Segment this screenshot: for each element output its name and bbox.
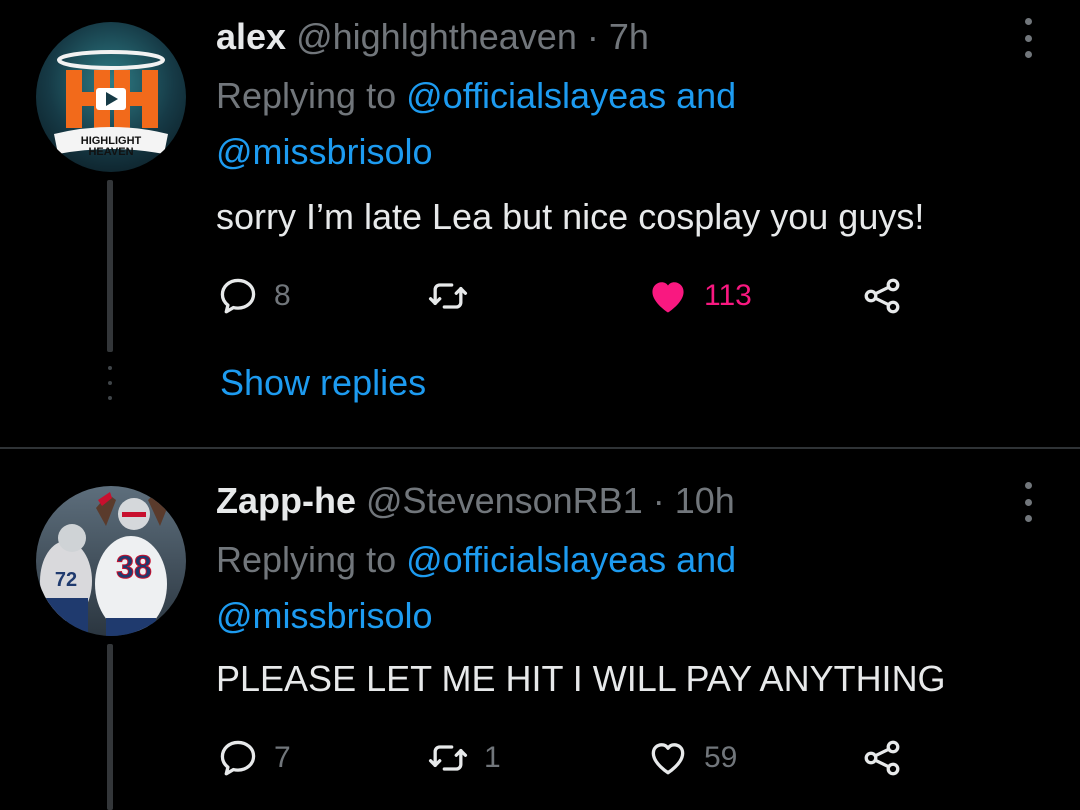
jersey-number-2: 72 [55,569,77,591]
tweet-text: PLEASE LET ME HIT I WILL PAY ANYTHING [216,658,946,699]
tweet-text: sorry I’m late Lea but nice cosplay you … [216,196,925,237]
share-button[interactable] [860,272,904,320]
avatar[interactable]: HIGHLIGHT HEAVEN [36,22,186,172]
tweet-header: alex @highlghtheaven · 7h [216,16,649,58]
separator: · [586,16,599,57]
share-icon [864,740,900,776]
avatar[interactable]: 38 72 [36,486,186,636]
avatar-label-line2: HEAVEN [88,146,133,158]
thread-dots [104,366,116,400]
mention-link[interactable]: @officialslayeas [406,539,666,580]
jersey-number: 38 [116,549,152,585]
highlight-heaven-logo: HIGHLIGHT HEAVEN [36,22,186,172]
like-button[interactable]: 113 [646,272,752,320]
mention-link[interactable]: @missbrisolo [216,595,433,636]
mention-link[interactable]: @officialslayeas [406,75,666,116]
display-name[interactable]: Zapp-he [216,480,356,521]
thread-line [107,644,113,810]
more-icon[interactable] [1022,482,1034,522]
like-button[interactable]: 59 [646,734,737,782]
replying-to: Replying to @officialslayeas and @missbr… [216,68,916,180]
retweet-count: 1 [484,741,501,774]
and-word[interactable]: and [676,75,736,116]
retweet-icon [428,745,468,771]
tweet-1[interactable]: HIGHLIGHT HEAVEN alex @highlghtheaven · … [0,0,1080,448]
separator: · [652,480,665,521]
more-icon[interactable] [1022,18,1034,58]
reply-button[interactable]: 7 [216,734,291,782]
replying-to: Replying to @officialslayeas and @missbr… [216,532,916,644]
like-count: 113 [704,279,752,312]
share-button[interactable] [860,734,904,782]
divider [0,447,1080,449]
thread-line [107,180,113,352]
and-word[interactable]: and [676,539,736,580]
tweet-actions: 7 1 59 [216,734,936,782]
timestamp[interactable]: 10h [675,480,735,521]
tweet-actions: 8 113 [216,272,936,320]
football-player-photo: 38 72 [36,486,186,636]
reply-count: 8 [274,279,291,312]
user-handle[interactable]: @StevensonRB1 [366,480,643,521]
heart-icon [652,282,684,313]
display-name[interactable]: alex [216,16,286,57]
like-count: 59 [704,741,738,774]
replying-prefix: Replying to [216,75,397,116]
reply-count: 7 [274,741,291,774]
tweet-header: Zapp-he @StevensonRB1 · 10h [216,480,735,522]
reply-icon [220,278,256,314]
retweet-button[interactable] [426,272,484,320]
user-handle[interactable]: @highlghtheaven [296,16,577,57]
heart-icon [651,743,685,775]
retweet-button[interactable]: 1 [426,734,501,782]
retweet-icon [428,283,468,309]
replying-prefix: Replying to [216,539,397,580]
reply-icon [220,740,256,776]
reply-button[interactable]: 8 [216,272,291,320]
mention-link[interactable]: @missbrisolo [216,131,433,172]
timestamp[interactable]: 7h [609,16,649,57]
share-icon [864,278,900,314]
show-replies-link[interactable]: Show replies [220,362,426,404]
